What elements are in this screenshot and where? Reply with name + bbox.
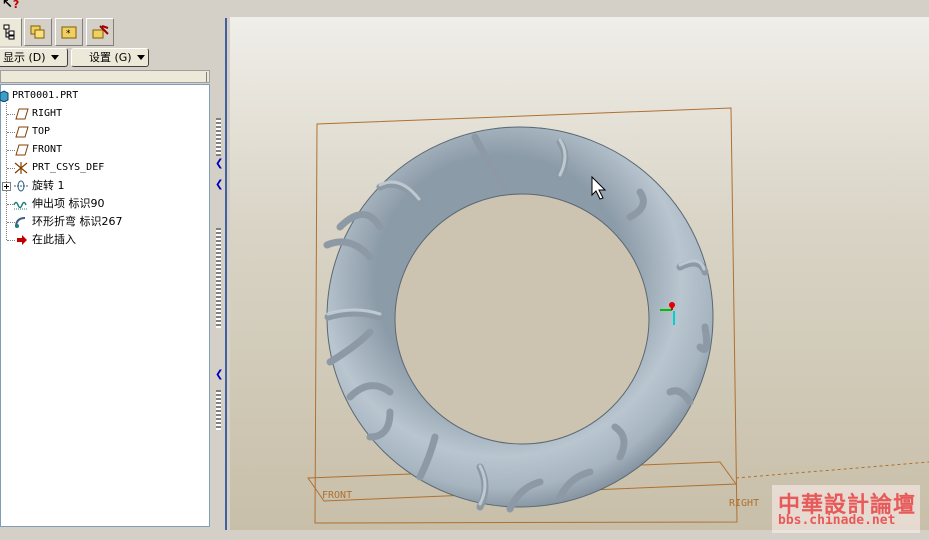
- tree-item-label: 伸出项 标识90: [32, 197, 105, 210]
- context-help-cursor-icon[interactable]: ↖?: [2, 0, 19, 12]
- model-tree-icon: [3, 24, 15, 40]
- connections-icon: [92, 25, 109, 39]
- datum-plane-icon: [15, 126, 29, 138]
- svg-text:*: *: [66, 29, 71, 39]
- front-plane-label: FRONT: [322, 490, 352, 501]
- datum-axis-line: [735, 461, 929, 479]
- tree-item-top[interactable]: TOP: [1, 123, 201, 141]
- protrusion-icon: [13, 201, 28, 210]
- tree-item-front[interactable]: FRONT: [1, 141, 201, 159]
- tree-item-label: FRONT: [32, 144, 63, 155]
- collapse-left-icon: ❮: [215, 158, 224, 169]
- collapse-left-icon: ❮: [215, 369, 224, 380]
- tree-column-header[interactable]: [0, 70, 210, 83]
- favorites-icon: *: [61, 26, 77, 39]
- navigator-tabs: *: [0, 18, 120, 47]
- watermark: 中華設計論壇 bbs.chinade.net: [772, 485, 920, 533]
- chevron-down-icon: [136, 55, 145, 60]
- tree-root-label: PRT0001.PRT: [12, 90, 79, 101]
- tree-item-toroidal-bend[interactable]: 环形折弯 标识267: [1, 213, 201, 231]
- tree-item-insert-here[interactable]: 在此插入: [1, 231, 201, 249]
- display-menu-label: 显示 (D): [3, 51, 46, 64]
- tree-item-revolve[interactable]: 旋转 1: [1, 177, 201, 195]
- display-menu-button[interactable]: 显示 (D): [0, 48, 68, 67]
- insert-here-arrow-icon: [17, 235, 27, 245]
- datum-plane-icon: [15, 108, 29, 120]
- tab-folder-browser[interactable]: [24, 18, 52, 46]
- tree-item-label: 环形折弯 标识267: [32, 215, 123, 228]
- tab-model-tree[interactable]: [0, 18, 22, 47]
- torus-hole: [394, 193, 650, 445]
- tree-item-label: 旋转 1: [32, 179, 65, 192]
- csys-icon: [14, 162, 28, 174]
- top-toolbar: ↖?: [0, 0, 929, 17]
- tree-item-label: RIGHT: [32, 108, 63, 119]
- settings-menu-button[interactable]: 设置 (G): [71, 48, 149, 67]
- right-plane-label: RIGHT: [729, 498, 759, 509]
- revolve-icon: [14, 180, 28, 192]
- toroidal-bend-icon: [15, 217, 26, 228]
- tree-item-label: PRT_CSYS_DEF: [32, 162, 105, 173]
- folder-browser-icon: [30, 25, 45, 39]
- chevron-down-icon: [50, 55, 59, 60]
- tab-connections[interactable]: [86, 18, 114, 46]
- tab-favorites[interactable]: *: [55, 18, 83, 46]
- graphics-viewport[interactable]: FRONT RIGHT: [230, 17, 929, 530]
- tree-item-right[interactable]: RIGHT: [1, 105, 201, 123]
- panel-splitter[interactable]: ❮ ❮ ❮: [212, 18, 230, 530]
- collapse-left-icon: ❮: [215, 179, 224, 190]
- tree-item-protrusion[interactable]: 伸出项 标识90: [1, 195, 201, 213]
- part-icon: [0, 90, 9, 102]
- expand-icon[interactable]: [2, 182, 11, 191]
- tree-item-csys[interactable]: PRT_CSYS_DEF: [1, 159, 201, 177]
- datum-plane-icon: [15, 144, 29, 156]
- watermark-url: bbs.chinade.net: [778, 513, 896, 528]
- settings-menu-label: 设置 (G): [89, 51, 132, 64]
- tree-item-label: 在此插入: [32, 233, 76, 246]
- model-canvas[interactable]: FRONT RIGHT: [230, 17, 929, 530]
- tree-item-label: TOP: [32, 126, 51, 137]
- model-tree: PRT0001.PRT RIGHT TOP FRONT PRT_CSYS_DEF: [0, 84, 210, 527]
